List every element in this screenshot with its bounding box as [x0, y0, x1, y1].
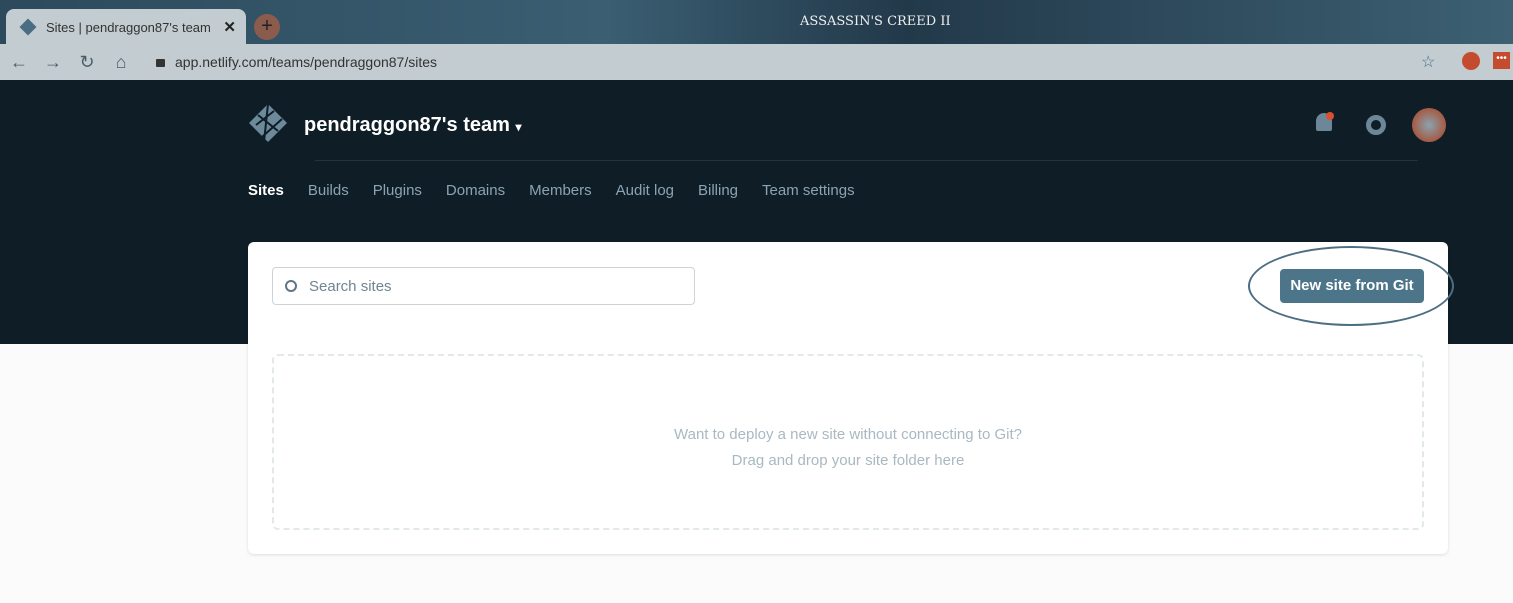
- drop-zone-text: Want to deploy a new site without connec…: [674, 426, 1022, 443]
- nav-members[interactable]: Members: [529, 182, 592, 199]
- search-input[interactable]: Search sites: [272, 267, 695, 305]
- team-name: pendraggon87's team: [304, 114, 510, 136]
- url-text: app.netlify.com/teams/pendraggon87/sites: [175, 54, 438, 70]
- notification-dot: [1326, 112, 1334, 120]
- nav-billing[interactable]: Billing: [698, 182, 738, 199]
- lock-icon: [156, 59, 165, 67]
- drop-zone-hint: Drag and drop your site folder here: [731, 452, 965, 469]
- forward-icon[interactable]: →: [38, 52, 68, 73]
- nav-sites[interactable]: Sites: [248, 182, 284, 199]
- nav-builds[interactable]: Builds: [308, 182, 349, 199]
- bookmark-star-icon[interactable]: ☆: [1421, 52, 1435, 72]
- drop-zone[interactable]: Want to deploy a new site without connec…: [272, 354, 1424, 530]
- netlify-logo-icon[interactable]: [248, 103, 288, 143]
- help-lifebuoy-icon[interactable]: [1366, 115, 1386, 135]
- home-icon[interactable]: ⌂: [106, 52, 136, 73]
- new-tab-button[interactable]: +: [254, 14, 280, 40]
- avatar[interactable]: [1412, 108, 1446, 142]
- divider: [315, 160, 1418, 161]
- new-site-from-git-button[interactable]: New site from Git: [1280, 269, 1424, 303]
- extension-icon[interactable]: [1462, 52, 1480, 70]
- extension-menu-icon[interactable]: •••: [1493, 52, 1510, 69]
- chevron-down-icon: ▾: [515, 120, 522, 134]
- browser-tab[interactable]: Sites | pendraggon87's team ✕: [6, 9, 246, 45]
- theme-logo: ASSASSIN'S CREED II: [800, 14, 951, 29]
- tab-title: Sites | pendraggon87's team: [46, 19, 211, 35]
- netlify-favicon-icon: [19, 18, 37, 36]
- address-bar: ← → ↻ ⌂ app.netlify.com/teams/pendraggon…: [0, 44, 1513, 80]
- sites-card: Search sites New site from Git Want to d…: [248, 242, 1454, 554]
- close-tab-icon[interactable]: ✕: [223, 18, 236, 36]
- search-icon: [285, 280, 297, 292]
- browser-tab-strip: Sites | pendraggon87's team ✕ + ASSASSIN'…: [0, 0, 1513, 45]
- nav-domains[interactable]: Domains: [446, 182, 505, 199]
- back-icon[interactable]: ←: [4, 52, 34, 73]
- team-switcher[interactable]: pendraggon87's team ▾: [304, 114, 522, 137]
- team-nav: Sites Builds Plugins Domains Members Aud…: [248, 182, 855, 199]
- url-field[interactable]: app.netlify.com/teams/pendraggon87/sites: [156, 54, 437, 70]
- nav-plugins[interactable]: Plugins: [373, 182, 422, 199]
- nav-team-settings[interactable]: Team settings: [762, 182, 855, 199]
- nav-audit-log[interactable]: Audit log: [616, 182, 674, 199]
- reload-icon[interactable]: ↻: [72, 52, 102, 73]
- search-placeholder: Search sites: [309, 277, 392, 295]
